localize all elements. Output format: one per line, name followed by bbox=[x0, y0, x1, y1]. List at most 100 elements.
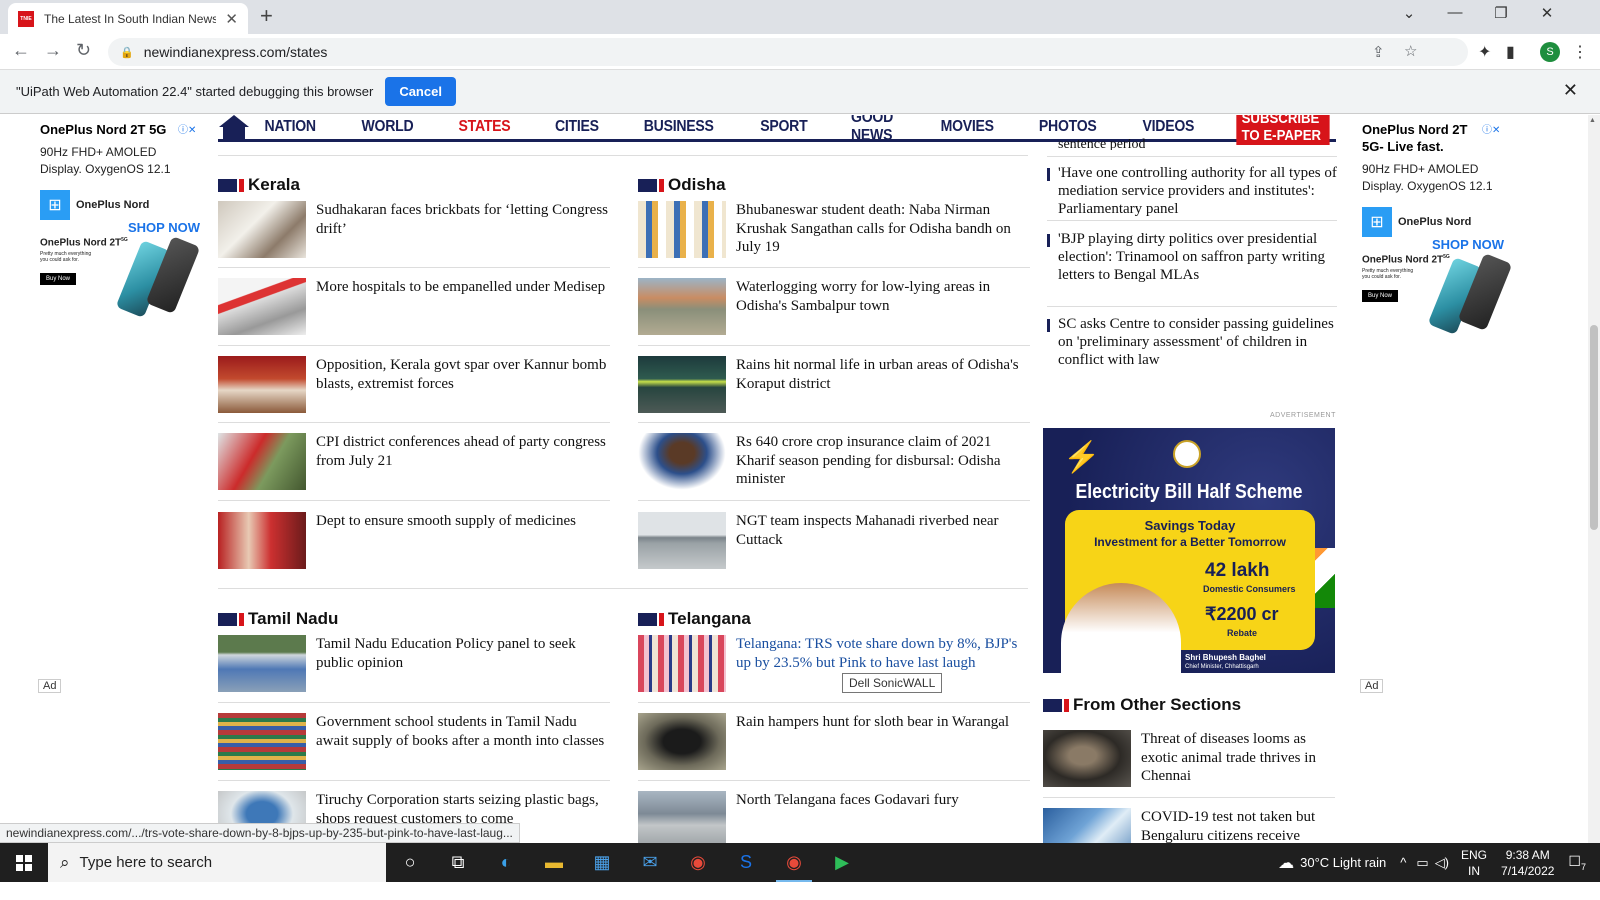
nav-good-news[interactable]: GOOD NEWS bbox=[851, 115, 895, 145]
taskbar-search[interactable]: ⌕ Type here to search bbox=[48, 843, 386, 882]
nav-cities[interactable]: CITIES bbox=[555, 118, 599, 136]
nav-sport[interactable]: SPORT bbox=[760, 118, 807, 136]
network-icon[interactable]: ▭ bbox=[1416, 855, 1428, 871]
home-icon[interactable] bbox=[218, 115, 250, 141]
volume-icon[interactable]: ◁) bbox=[1435, 855, 1449, 871]
back-icon[interactable]: ← bbox=[12, 40, 30, 61]
story-thumbnail[interactable] bbox=[218, 278, 306, 335]
story-item[interactable]: Tamil Nadu Education Policy panel to see… bbox=[218, 635, 610, 703]
menu-icon[interactable]: ⋮ bbox=[1572, 42, 1588, 62]
story-title[interactable]: More hospitals to be empanelled under Me… bbox=[316, 278, 605, 345]
nav-world[interactable]: WORLD bbox=[361, 118, 413, 136]
story-item[interactable]: Waterlogging worry for low-lying areas i… bbox=[638, 278, 1030, 346]
story-title[interactable]: Government school students in Tamil Nadu… bbox=[316, 713, 610, 780]
story-thumbnail[interactable] bbox=[638, 278, 726, 335]
profile-avatar[interactable]: S bbox=[1540, 42, 1560, 62]
ad-product-image[interactable]: OnePlus Nord 2T5G Pretty much everything… bbox=[1362, 253, 1522, 335]
story-item[interactable]: More hospitals to be empanelled under Me… bbox=[218, 278, 610, 346]
weather-text[interactable]: 30°C Light rain bbox=[1300, 855, 1386, 870]
notification-icon[interactable]: ☐7 bbox=[1568, 853, 1586, 872]
story-title[interactable]: Rs 640 crore crop insurance claim of 202… bbox=[736, 433, 1030, 500]
section-heading-odisha[interactable]: Odisha bbox=[638, 175, 726, 195]
government-ad-banner[interactable]: ⚡ Electricity Bill Half Scheme Savings T… bbox=[1043, 428, 1335, 673]
start-button[interactable] bbox=[0, 843, 48, 882]
nav-videos[interactable]: VIDEOS bbox=[1142, 118, 1194, 136]
story-thumbnail[interactable] bbox=[638, 791, 726, 848]
shop-now-button[interactable]: SHOP NOW bbox=[1362, 237, 1504, 252]
tab-close-icon[interactable]: ✕ bbox=[225, 10, 238, 28]
address-bar[interactable]: 🔒 newindianexpress.com/states ⇪ ☆ bbox=[108, 38, 1468, 66]
nav-nation[interactable]: NATION bbox=[265, 118, 317, 136]
lock-icon[interactable]: 🔒 bbox=[120, 46, 134, 59]
sidebar-cut-item[interactable]: sentence period bbox=[1058, 138, 1145, 150]
story-item[interactable]: Opposition, Kerala govt spar over Kannur… bbox=[218, 356, 610, 423]
sidebar-story-title[interactable]: SC asks Centre to consider passing guide… bbox=[1058, 315, 1337, 389]
restore-icon[interactable]: ❐ bbox=[1478, 4, 1524, 22]
story-item[interactable]: Rains hit normal life in urban areas of … bbox=[638, 356, 1030, 423]
chrome-active-icon[interactable]: ◉ bbox=[770, 843, 818, 882]
story-thumbnail[interactable] bbox=[638, 512, 726, 569]
story-item[interactable]: Dept to ensure smooth supply of medicine… bbox=[218, 512, 610, 572]
tab-search-icon[interactable]: ⌄ bbox=[1386, 4, 1432, 22]
edge-icon[interactable]: ◐ bbox=[482, 843, 530, 882]
clock[interactable]: 9:38 AM 7/14/2022 bbox=[1501, 847, 1554, 879]
sidebar-story-title[interactable]: 'BJP playing dirty politics over preside… bbox=[1058, 230, 1337, 306]
infobar-close-icon[interactable]: ✕ bbox=[1563, 80, 1578, 101]
story-item[interactable]: CPI district conferences ahead of party … bbox=[218, 433, 610, 501]
story-item[interactable]: Rs 640 crore crop insurance claim of 202… bbox=[638, 433, 1030, 501]
story-item[interactable]: Telangana: TRS vote share down by 8%, BJ… bbox=[638, 635, 1030, 703]
story-thumbnail[interactable] bbox=[638, 356, 726, 413]
task-view-icon[interactable]: ⧉ bbox=[434, 843, 482, 882]
story-thumbnail[interactable] bbox=[638, 201, 726, 258]
nav-movies[interactable]: MOVIES bbox=[941, 118, 994, 136]
story-title[interactable]: Opposition, Kerala govt spar over Kannur… bbox=[316, 356, 610, 422]
story-thumbnail[interactable] bbox=[218, 201, 306, 258]
browser-tab[interactable]: TNIE The Latest In South Indian News, ✕ bbox=[8, 3, 248, 34]
story-title[interactable]: Tamil Nadu Education Policy panel to see… bbox=[316, 635, 610, 702]
story-title[interactable]: Rains hit normal life in urban areas of … bbox=[736, 356, 1030, 422]
scrollbar-thumb[interactable] bbox=[1590, 325, 1598, 530]
story-title[interactable]: Sudhakaran faces brickbats for ‘letting … bbox=[316, 201, 610, 267]
section-heading-other-sections[interactable]: From Other Sections bbox=[1043, 695, 1241, 715]
story-item[interactable]: Sudhakaran faces brickbats for ‘letting … bbox=[218, 201, 610, 268]
section-heading-tamil-nadu[interactable]: Tamil Nadu bbox=[218, 609, 338, 629]
sidebar-story-title[interactable]: 'Have one controlling authority for all … bbox=[1058, 164, 1337, 220]
new-tab-icon[interactable]: + bbox=[260, 3, 273, 29]
story-thumbnail[interactable] bbox=[218, 356, 306, 413]
side-panel-icon[interactable]: ▮ bbox=[1506, 42, 1515, 62]
share-icon[interactable]: ⇪ bbox=[1372, 43, 1385, 61]
extensions-icon[interactable]: ✦ bbox=[1478, 42, 1491, 62]
story-item[interactable]: Threat of diseases looms as exotic anima… bbox=[1043, 730, 1335, 798]
sidebar-story[interactable]: SC asks Centre to consider passing guide… bbox=[1047, 315, 1337, 389]
story-title[interactable]: Rain hampers hunt for sloth bear in Wara… bbox=[736, 713, 1009, 780]
sidebar-story[interactable]: 'Have one controlling authority for all … bbox=[1047, 164, 1337, 221]
weather-icon[interactable]: ☁ bbox=[1278, 853, 1294, 873]
reload-icon[interactable]: ↻ bbox=[76, 40, 91, 61]
ad-product-image[interactable]: OnePlus Nord 2T5G Pretty much everything… bbox=[40, 236, 201, 318]
sonicwall-icon[interactable]: S bbox=[722, 843, 770, 882]
chrome-icon[interactable]: ◉ bbox=[674, 843, 722, 882]
tray-chevron-icon[interactable]: ^ bbox=[1400, 855, 1406, 870]
buy-now-button[interactable]: Buy Now bbox=[1362, 290, 1399, 302]
right-ad[interactable]: ⓘ✕ OnePlus Nord 2T 5G- Live fast. 90Hz F… bbox=[1362, 121, 1522, 711]
story-item[interactable]: Bhubaneswar student death: Naba Nirman K… bbox=[638, 201, 1030, 268]
forward-icon[interactable]: → bbox=[44, 40, 62, 61]
sidebar-story[interactable]: 'BJP playing dirty politics over preside… bbox=[1047, 230, 1337, 307]
ad-choices-icon[interactable]: ⓘ✕ bbox=[178, 121, 196, 136]
story-thumbnail[interactable] bbox=[218, 635, 306, 692]
story-thumbnail[interactable] bbox=[638, 433, 726, 490]
story-title[interactable]: Threat of diseases looms as exotic anima… bbox=[1141, 730, 1335, 797]
nav-business[interactable]: BUSINESS bbox=[644, 118, 714, 136]
left-ad[interactable]: ⓘ✕ OnePlus Nord 2T 5G 90Hz FHD+ AMOLED D… bbox=[40, 121, 201, 711]
cortana-icon[interactable]: ○ bbox=[386, 843, 434, 882]
scroll-up-icon[interactable]: ▲ bbox=[1589, 117, 1596, 124]
buy-now-button[interactable]: Buy Now bbox=[40, 273, 77, 285]
subscribe-epaper-button[interactable]: SUBSCRIBE TO E-PAPER bbox=[1236, 115, 1330, 145]
minimize-icon[interactable]: — bbox=[1432, 4, 1478, 21]
story-item[interactable]: Rain hampers hunt for sloth bear in Wara… bbox=[638, 713, 1030, 781]
page-scrollbar[interactable]: ▲ ▼ bbox=[1588, 115, 1600, 861]
story-thumbnail[interactable] bbox=[218, 512, 306, 569]
story-title[interactable]: Bhubaneswar student death: Naba Nirman K… bbox=[736, 201, 1030, 267]
file-explorer-icon[interactable]: ▬ bbox=[530, 843, 578, 882]
story-thumbnail[interactable] bbox=[218, 433, 306, 490]
